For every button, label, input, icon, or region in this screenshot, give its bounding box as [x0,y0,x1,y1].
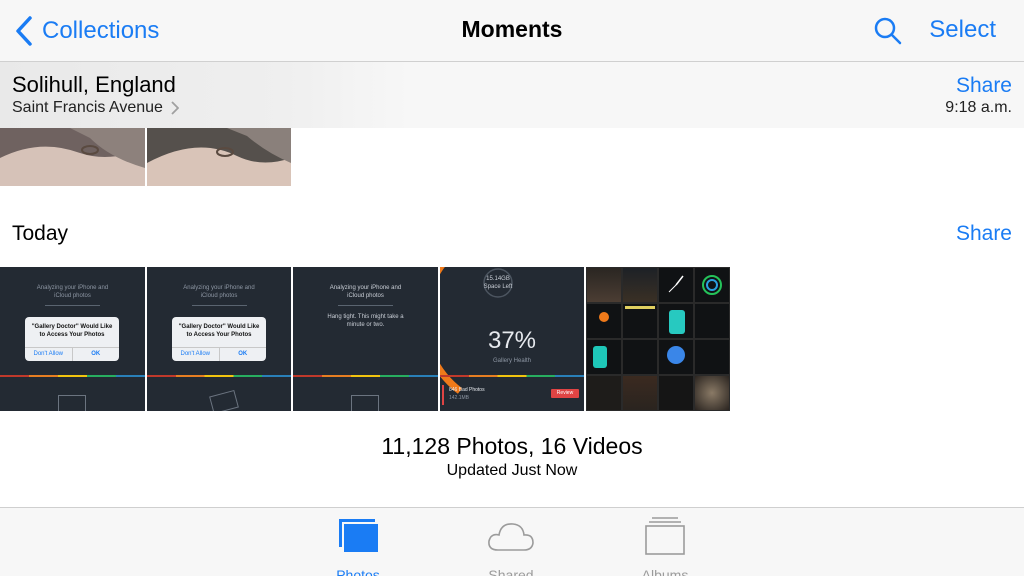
hand-photo-graphic [0,128,145,186]
watch-face-cell [694,339,730,375]
watch-face-cell [694,375,730,411]
watch-face-cell [658,375,694,411]
divider [45,305,100,306]
screenshot-thumbnail[interactable] [586,267,730,411]
permission-dialog: "Gallery Doctor" Would Like to Access Yo… [172,317,266,361]
moment-sublocation-link[interactable]: Saint Francis Avenue [12,99,179,117]
ok-label: OK [218,348,267,361]
photos-icon [339,519,380,554]
tab-bar: Photos Shared Albums [0,507,1024,576]
screenshot-text: Analyzing your iPhone and iCloud photos [329,285,402,299]
search-icon [874,17,902,45]
screenshot-thumbnail[interactable]: Analyzing your iPhone and iCloud photos … [147,267,291,411]
tab-shared[interactable]: Shared [461,516,561,576]
divider [338,305,393,306]
watch-face-cell [622,267,658,303]
dialog-buttons: Don't Allow OK [25,347,119,361]
screenshot-text: Analyzing your iPhone and iCloud photos [183,285,255,299]
bad-photos-label: 846 Bad Photos [449,387,485,393]
bad-photos-marker [442,385,444,405]
screenshot-thumbnail[interactable]: Analyzing your iPhone and iCloud photos … [0,267,145,411]
watch-face-cell [622,375,658,411]
cloud-icon [488,523,534,551]
app-tile [593,346,607,368]
progress-strip [440,375,584,377]
photo-frame-icon [209,389,239,411]
activity-rings-icon [702,275,722,295]
photo-thumbnail[interactable] [0,128,145,186]
tab-label: Shared [488,567,534,576]
navigation-bar: Collections Moments Select [0,0,1024,62]
watch-face-cell [658,267,694,303]
watch-face-cell [622,303,658,339]
space-value: 15.14GB [486,276,510,282]
chevron-right-icon [171,101,179,115]
progress-strip [147,375,291,377]
tab-label: Albums [641,567,689,576]
app-dot [599,312,609,322]
moment-location: Solihull, England [12,72,176,97]
hand-photo-graphic [147,128,291,186]
dialog-title: "Gallery Doctor" Would Like to Access Yo… [31,324,113,338]
avatar [667,346,685,364]
watch-face-cell [658,303,694,339]
library-updated-status: Updated Just Now [446,462,578,479]
dialog-buttons: Don't Allow OK [172,347,266,361]
screenshot-thumbnail[interactable]: Analyzing your iPhone and iCloud photos … [293,267,438,411]
watch-face-cell [694,303,730,339]
share-button[interactable]: Share [956,74,1012,98]
photo-frame-icon [58,395,86,411]
divider [192,305,247,306]
review-badge: Review [551,389,579,398]
library-counts: 11,128 Photos, 16 Videos [381,433,643,459]
tab-albums[interactable]: Albums [615,516,715,576]
dont-allow-label: Don't Allow [33,351,64,357]
progress-strip [293,375,438,377]
watch-face-cell [658,339,694,375]
watch-face-cell [586,339,622,375]
calendar-bar [625,306,655,309]
moment-sublocation: Saint Francis Avenue [12,99,163,116]
space-label: Space Left [483,284,513,290]
albums-icon [645,517,685,555]
screenshot-text: Hang tight. This might take a minute or … [327,314,404,328]
progress-strip [0,375,145,377]
screenshot-text: Analyzing your iPhone and iCloud photos [36,285,109,299]
watch-face-cell [586,303,622,339]
screenshot-thumbnail[interactable]: 15.14GB Space Left 37% Gallery Health 84… [440,267,584,411]
photo-thumbnail[interactable] [147,128,291,186]
moment-time: 9:18 a.m. [945,99,1012,116]
app-tile [669,310,685,334]
share-button-today[interactable]: Share [956,222,1012,246]
search-button[interactable] [873,16,903,46]
dont-allow-label: Don't Allow [180,351,211,357]
moment-title-today: Today [12,222,69,245]
health-value: 37% [487,327,537,354]
ok-label: OK [71,348,120,361]
select-button[interactable]: Select [929,16,996,44]
bad-photos-size: 142.1MB [449,395,470,401]
watch-face-cell [622,339,658,375]
tab-photos[interactable]: Photos [308,516,408,576]
watch-face-cell [586,375,622,411]
watch-face-cell [586,267,622,303]
dialog-title: "Gallery Doctor" Would Like to Access Yo… [178,324,260,338]
photo-frame-icon [351,395,379,411]
health-label: Gallery Health [492,358,531,364]
tab-label: Photos [336,567,380,576]
moment-header-solihull: Solihull, England Saint Francis Avenue S… [0,62,1024,128]
watch-face-cell [694,267,730,303]
permission-dialog: "Gallery Doctor" Would Like to Access Yo… [25,317,119,361]
clock-icon [668,275,684,293]
page-title: Moments [461,16,563,42]
